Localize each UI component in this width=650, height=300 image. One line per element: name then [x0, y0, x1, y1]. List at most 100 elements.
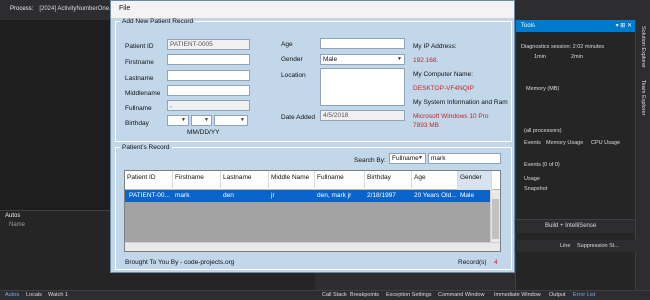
os-value: Microsoft Windows 10 Pro	[413, 113, 489, 120]
team-explorer-tab[interactable]: Team Explorer	[640, 80, 646, 115]
tab-call-stack[interactable]: Call Stack	[322, 292, 347, 298]
fullname-field[interactable]: ,	[167, 100, 250, 111]
col-middle-name[interactable]: Middle Name	[269, 171, 315, 190]
autos-title: Autos	[5, 213, 21, 219]
process-value[interactable]: [2024] ActivityNumberOne.exe	[39, 6, 120, 12]
birthday-month-select[interactable]: ▼	[167, 115, 189, 126]
col-firstname[interactable]: Firstname	[173, 171, 221, 190]
cell-age[interactable]: 20 Years Old...	[412, 190, 458, 202]
patient-records-grid[interactable]: Patient ID Firstname Lastname Middle Nam…	[124, 170, 501, 252]
lastname-field[interactable]	[167, 70, 250, 81]
tab-output[interactable]: Output	[549, 292, 566, 298]
birthday-day-select[interactable]: ▼	[191, 115, 212, 126]
diag-events: Events (0 of 0)	[524, 162, 560, 168]
ip-value: 192.168.	[413, 57, 439, 64]
autos-col-name: Name	[9, 222, 26, 228]
chevron-down-icon: ▼	[204, 117, 209, 123]
tab-breakpoints[interactable]: Breakpoints	[350, 292, 379, 298]
gender-label: Gender	[281, 56, 303, 63]
scrollbar-thumb[interactable]	[492, 199, 499, 239]
cell-gender[interactable]: Male	[458, 190, 492, 202]
firstname-label: Firstname	[125, 59, 154, 66]
patient-id-field[interactable]: PATIENT-0005	[167, 39, 250, 50]
col-patient-id[interactable]: Patient ID	[125, 171, 173, 190]
solution-explorer-tab[interactable]: Solution Explorer	[640, 26, 646, 68]
diag-memory: Memory (MB)	[526, 86, 560, 92]
records-count: 4	[494, 259, 498, 266]
birthday-format: MM/DD/YY	[187, 129, 220, 136]
col-birthday[interactable]: Birthday	[365, 171, 412, 190]
diag-snapshot[interactable]: Snapshot	[524, 186, 547, 192]
tab-watch1[interactable]: Watch 1	[48, 292, 68, 298]
chevron-down-icon: ▼	[181, 117, 186, 123]
menu-bar: File	[111, 1, 514, 19]
records-label: Record(s)	[458, 259, 487, 266]
chevron-down-icon: ▼	[240, 117, 245, 123]
build-filter-select[interactable]: Build + IntelliSense	[545, 223, 596, 229]
tab-error-list[interactable]: Error List	[573, 292, 595, 298]
col-age[interactable]: Age	[412, 171, 458, 190]
tab-command-window[interactable]: Command Window	[438, 292, 484, 298]
diag-timeline-2: 2min	[571, 54, 583, 60]
date-added-field[interactable]: 4/5/2018	[320, 110, 405, 121]
diag-session: Diagnostics session: 2:02 minutes	[521, 44, 605, 50]
sysinfo-label: My System Information and Ram	[413, 99, 508, 106]
search-by-select[interactable]: Fullname ▼	[389, 153, 426, 164]
lastname-label: Lastname	[125, 75, 154, 82]
panel-controls-icon[interactable]: ▾ ⊞ ✕	[616, 22, 632, 29]
birthday-label: Birthday	[125, 120, 149, 127]
footer-credit: Brought To You By - code-projects.org	[125, 259, 235, 266]
patient-id-label: Patient ID	[125, 43, 154, 50]
gender-select[interactable]: Male ▼	[320, 54, 405, 65]
table-row[interactable]: PATIENT-00... mark den jr den, mark jr 2…	[125, 190, 500, 202]
grid-horizontal-scrollbar[interactable]	[125, 242, 500, 251]
col-line[interactable]: Line	[560, 243, 570, 249]
cell-middle-name[interactable]: jr	[269, 190, 315, 202]
cell-birthday[interactable]: 2/18/1997	[365, 190, 412, 202]
col-gender[interactable]: Gender	[458, 171, 492, 190]
add-patient-legend: Add New Patient Record	[122, 18, 194, 25]
col-lastname[interactable]: Lastname	[221, 171, 269, 190]
date-added-label: Date Added	[281, 114, 315, 121]
tab-autos[interactable]: Autos	[5, 292, 19, 298]
age-field[interactable]	[320, 38, 405, 49]
tab-immediate-window[interactable]: Immediate Window	[494, 292, 541, 298]
tab-exception-settings[interactable]: Exception Settings	[386, 292, 432, 298]
middlename-label: Middlename	[125, 90, 161, 97]
firstname-field[interactable]	[167, 54, 250, 65]
error-list-header: Line Suppression St...	[515, 240, 650, 252]
patient-records-legend: Patient's Record	[122, 144, 170, 151]
middlename-field[interactable]	[167, 85, 250, 96]
computer-name-value: DESKTOP-VF4NQIP	[413, 85, 474, 92]
menu-file[interactable]: File	[119, 5, 130, 12]
birthday-year-select[interactable]: ▼	[214, 115, 248, 126]
grid-header: Patient ID Firstname Lastname Middle Nam…	[125, 171, 500, 190]
ram-value: 7893 MB	[413, 122, 440, 129]
col-suppression[interactable]: Suppression St...	[577, 243, 619, 249]
cell-fullname[interactable]: den, mark jr	[315, 190, 365, 202]
ip-label: My IP Address:	[413, 43, 457, 50]
cell-patient-id[interactable]: PATIENT-00...	[127, 190, 173, 202]
fullname-label: Fullname	[125, 105, 152, 112]
build-filter-bar: Build + IntelliSense	[515, 219, 635, 233]
cell-firstname[interactable]: mark	[173, 190, 221, 202]
diag-tab-events[interactable]: Events	[524, 140, 541, 146]
search-input[interactable]: mark	[428, 153, 501, 164]
col-fullname[interactable]: Fullname	[315, 171, 365, 190]
diagnostic-tools-title: Tools ▾ ⊞ ✕	[516, 20, 636, 32]
diag-tab-cpu[interactable]: CPU Usage	[591, 140, 620, 146]
tab-locals[interactable]: Locals	[26, 292, 42, 298]
age-label: Age	[281, 41, 293, 48]
diag-all-proc: (all processors)	[524, 128, 562, 134]
process-label: Process: [2024] ActivityNumberOne.exe	[10, 6, 121, 12]
computer-name-label: My Computer Name:	[413, 71, 473, 78]
diag-usage: Usage	[524, 176, 540, 182]
location-label: Location	[281, 72, 306, 79]
cell-lastname[interactable]: den	[221, 190, 269, 202]
chevron-down-icon: ▼	[397, 56, 402, 62]
search-by-label: Search By:	[354, 157, 386, 164]
location-field[interactable]	[320, 68, 405, 106]
diag-timeline-1: 1min	[534, 54, 546, 60]
chevron-down-icon: ▼	[418, 155, 423, 161]
diag-tab-memory[interactable]: Memory Usage	[546, 140, 583, 146]
